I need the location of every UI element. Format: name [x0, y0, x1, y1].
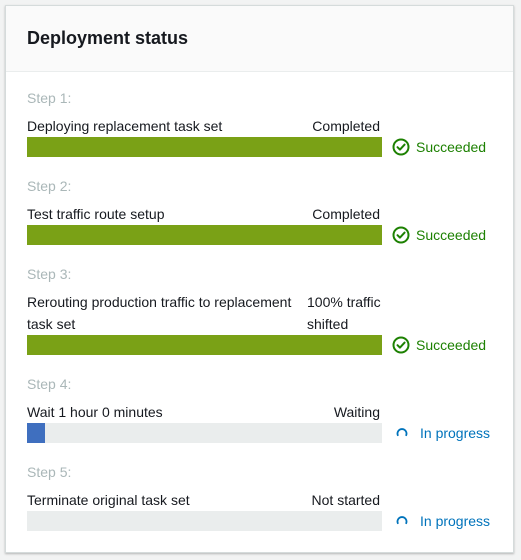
check-circle-icon	[392, 226, 410, 244]
task-status: Completed	[312, 206, 380, 222]
task-name: Test traffic route setup	[27, 206, 165, 222]
task-status: 100% traffic shifted	[307, 294, 381, 332]
result-label: In progress	[420, 425, 491, 441]
progress-fill	[27, 225, 382, 245]
task-name: Deploying replacement task set	[27, 118, 223, 134]
result-status: Succeeded	[392, 225, 486, 245]
step-label: Step 4:	[27, 376, 72, 392]
progress-bar	[27, 423, 382, 443]
progress-bar	[27, 511, 382, 531]
result-label: Succeeded	[416, 337, 487, 353]
task-name: Wait 1 hour 0 minutes	[27, 404, 163, 420]
step-label: Step 2:	[27, 178, 72, 194]
progress-fill	[27, 335, 382, 355]
result-status: Succeeded	[392, 137, 486, 157]
task-status: Not started	[311, 492, 380, 508]
step-label: Step 1:	[27, 90, 72, 106]
panel-title: Deployment status	[27, 28, 189, 48]
progress-fill	[27, 137, 382, 157]
check-circle-icon	[392, 336, 410, 354]
panel-header: Deployment status	[6, 6, 513, 72]
task-status: Waiting	[333, 404, 380, 420]
spinner-icon	[396, 428, 408, 437]
result-label: Succeeded	[416, 227, 487, 243]
task-name: Rerouting production traffic to replacem…	[27, 294, 292, 332]
check-circle-icon	[392, 138, 410, 156]
task-status: Completed	[312, 118, 380, 134]
task-name: Terminate original task set	[27, 492, 190, 508]
step-label: Step 5:	[27, 464, 72, 480]
step-label: Step 3:	[27, 266, 72, 282]
deployment-status-panel: Deployment status Step 1: Deploying repl…	[5, 5, 514, 553]
spinner-icon	[396, 516, 408, 525]
progress-fill	[27, 423, 45, 443]
result-status: Succeeded	[392, 335, 486, 355]
result-status: In progress	[392, 511, 490, 531]
result-status: In progress	[392, 423, 490, 443]
progress-bar	[27, 225, 382, 245]
progress-bar	[27, 335, 382, 355]
result-label: Succeeded	[416, 139, 487, 155]
result-label: In progress	[420, 513, 491, 529]
progress-bar	[27, 137, 382, 157]
